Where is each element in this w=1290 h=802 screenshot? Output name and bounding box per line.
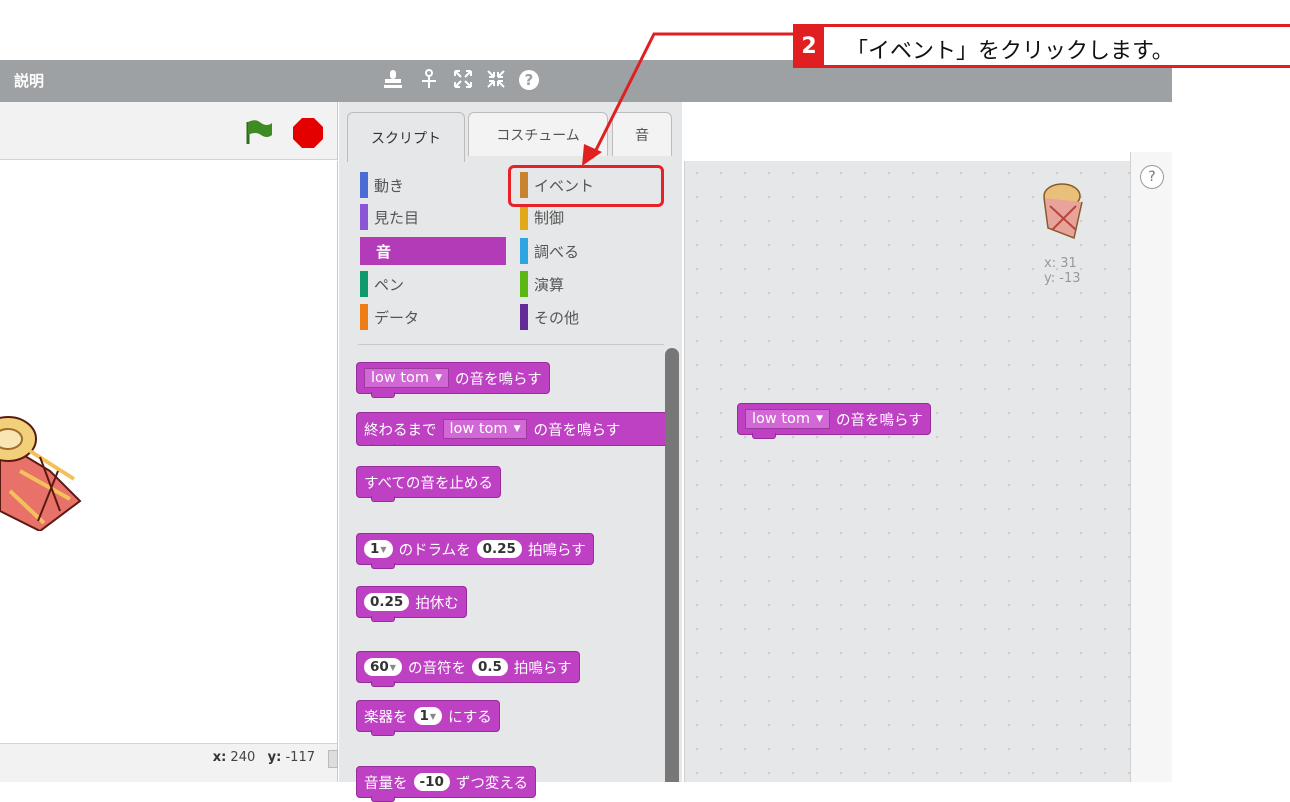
grow-icon[interactable] [450, 68, 476, 94]
note-beats-input[interactable]: 0.5 [471, 658, 508, 676]
drum-input[interactable]: 1 ▼ [364, 540, 393, 558]
script-area[interactable] [684, 161, 1130, 782]
block-stop-all-sounds[interactable]: すべての音を止める [356, 466, 501, 502]
drum-sprite[interactable] [0, 401, 90, 533]
block-rest[interactable]: 0.25 拍休む [356, 586, 467, 622]
shrink-icon[interactable] [483, 68, 509, 94]
block-play-note[interactable]: 60 ▼ の音符を 0.5 拍鳴らす [356, 651, 580, 687]
block-set-instrument[interactable]: 楽器を 1 ▼ にする [356, 700, 500, 736]
script-area-side-strip [1130, 152, 1172, 782]
step-number: 2 [794, 27, 824, 65]
instrument-input[interactable]: 1 ▼ [413, 707, 443, 725]
mouse-coordinates: x: 240 y: -117 [212, 750, 315, 765]
callout-arrow [582, 32, 796, 166]
beats-input[interactable]: 0.25 [476, 540, 522, 558]
stage-footer: x: 240 y: -117 [0, 743, 338, 782]
palette-scrollbar[interactable] [665, 348, 679, 782]
sprite-thumbnail [1036, 180, 1086, 246]
tips-label[interactable]: 説明 [14, 70, 44, 91]
rest-beats-input[interactable]: 0.25 [364, 593, 410, 611]
palette-divider [358, 344, 664, 345]
sound-dropdown[interactable]: low tom ▼ [442, 419, 528, 439]
block-change-volume[interactable]: 音量を -10 ずつ変える [356, 766, 536, 802]
category-data[interactable]: データ [360, 303, 500, 331]
category-more[interactable]: その他 [520, 303, 660, 331]
green-flag-icon[interactable] [244, 118, 272, 146]
sound-dropdown[interactable]: low tom ▼ [745, 409, 830, 429]
category-sensing[interactable]: 調べる [520, 237, 660, 265]
category-motion[interactable]: 動き [360, 171, 500, 199]
sprite-coordinates: x: 31 y: -13 [1044, 256, 1081, 286]
stage-header [0, 102, 338, 160]
block-play-sound-until-done[interactable]: 終わるまで low tom ▼ の音を鳴らす [356, 412, 679, 446]
category-looks[interactable]: 見た目 [360, 203, 500, 231]
stop-icon[interactable] [292, 117, 324, 149]
note-input[interactable]: 60 ▼ [364, 658, 402, 676]
volume-input[interactable]: -10 [413, 773, 450, 791]
block-play-sound[interactable]: low tom ▼ の音を鳴らす [356, 362, 550, 398]
stage-collapse-handle[interactable] [328, 750, 338, 768]
block-play-drum[interactable]: 1 ▼ のドラムを 0.25 拍鳴らす [356, 533, 594, 569]
category-sound[interactable]: 音 [360, 237, 506, 265]
stage-canvas[interactable] [0, 161, 338, 743]
category-control[interactable]: 制御 [520, 203, 660, 231]
instruction-text: 「イベント」をクリックします。 [846, 39, 1174, 64]
category-pen[interactable]: ペン [360, 270, 500, 298]
sound-dropdown[interactable]: low tom ▼ [364, 368, 449, 388]
instruction-callout: 2 「イベント」をクリックします。 [793, 24, 1290, 68]
help-question-icon[interactable]: ? [1140, 165, 1164, 189]
svg-text:?: ? [525, 71, 534, 89]
script-block-play-sound[interactable]: low tom ▼ の音を鳴らす [737, 403, 931, 439]
scissors-icon[interactable] [416, 68, 442, 94]
tab-scripts[interactable]: スクリプト [347, 112, 465, 162]
category-operators[interactable]: 演算 [520, 270, 660, 298]
help-icon[interactable]: ? [516, 68, 542, 94]
stamp-icon[interactable] [380, 68, 406, 94]
